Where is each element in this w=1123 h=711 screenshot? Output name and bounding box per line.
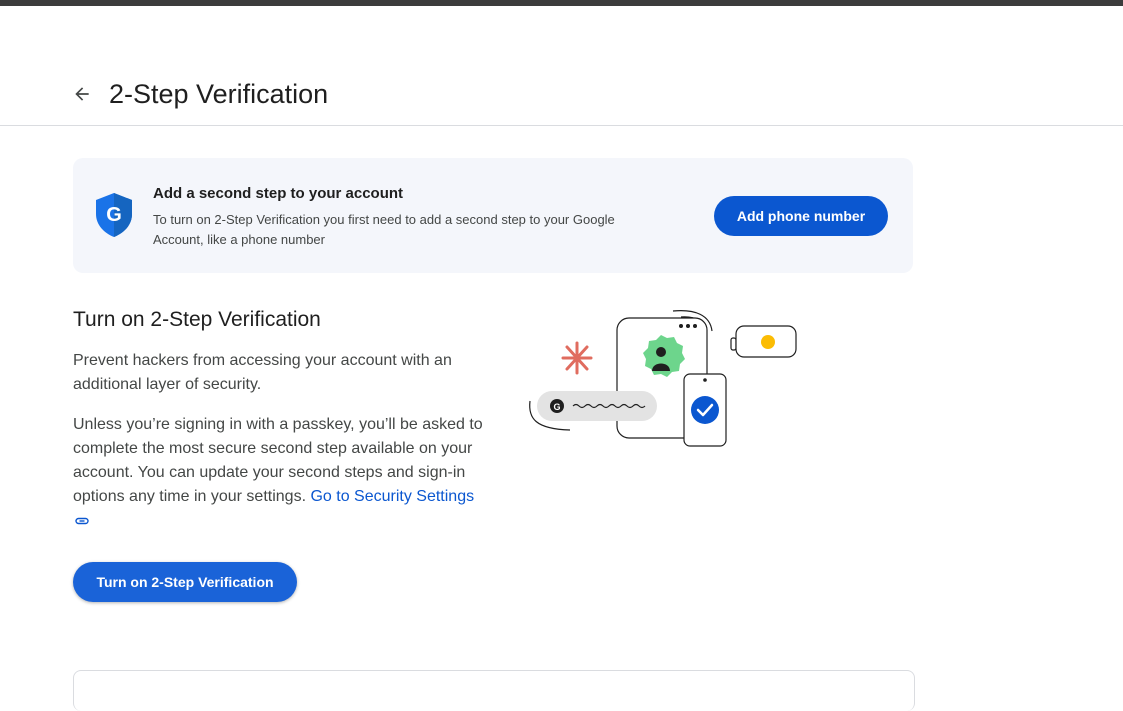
turn-on-2sv-button[interactable]: Turn on 2-Step Verification — [73, 562, 297, 602]
security-settings-link-label: Go to Security Settings — [310, 488, 475, 505]
2sv-illustration: G — [529, 310, 797, 447]
svg-text:G: G — [106, 204, 122, 226]
add-phone-number-button[interactable]: Add phone number — [714, 196, 888, 236]
passkey-paragraph: Unless you’re signing in with a passkey,… — [73, 413, 483, 533]
banner-title: Add a second step to your account — [153, 185, 404, 202]
banner-description: To turn on 2-Step Verification you first… — [153, 212, 615, 247]
page-title: 2-Step Verification — [109, 79, 329, 109]
bottom-card — [73, 670, 915, 711]
google-shield-icon: G — [96, 193, 132, 237]
svg-text:G: G — [553, 402, 560, 412]
back-button[interactable] — [66, 78, 98, 110]
arrow-back-icon — [75, 87, 89, 101]
second-step-banner: G Add a second step to your account To t… — [73, 158, 913, 273]
description-paragraph: Prevent hackers from accessing your acco… — [73, 352, 452, 393]
link-icon — [75, 517, 89, 524]
section-title: Turn on 2-Step Verification — [73, 308, 321, 331]
